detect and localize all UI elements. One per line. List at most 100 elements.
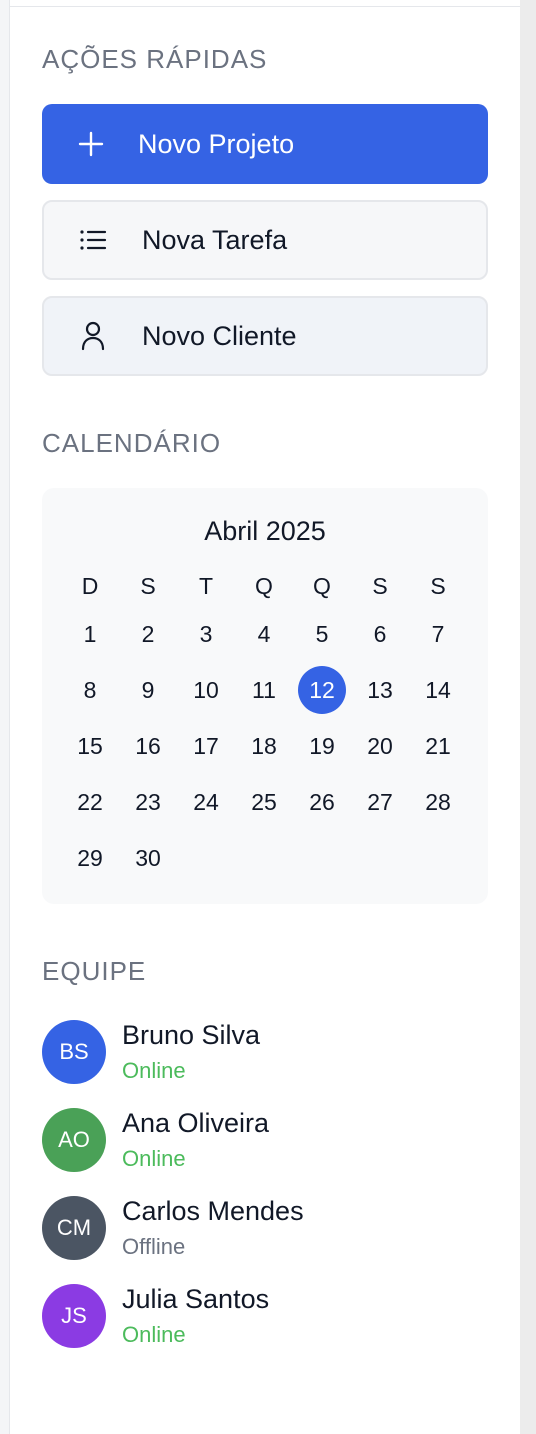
calendar-day-number: 20: [367, 732, 393, 759]
calendar-grid: D S T Q Q S S 1 2 3 4 5 6 7 8 9 10 11 12 13 14 15 16 17 18 19 20 21…: [61, 566, 467, 886]
avatar: CM: [42, 1196, 106, 1260]
new-project-button[interactable]: Novo Projeto: [42, 104, 488, 184]
calendar-day-number: 13: [367, 676, 393, 703]
calendar-day[interactable]: 8: [61, 662, 119, 718]
scrollbar-track[interactable]: [520, 0, 536, 1434]
new-project-label: Novo Projeto: [138, 128, 295, 159]
team-title: EQUIPE: [42, 956, 147, 986]
calendar-day-number: 27: [367, 788, 393, 815]
new-client-button[interactable]: Novo Cliente: [42, 296, 488, 376]
calendar-month-label: Abril 2025: [204, 516, 326, 546]
calendar-day[interactable]: 15: [61, 718, 119, 774]
calendar-day[interactable]: 25: [235, 774, 293, 830]
calendar-day[interactable]: 13: [351, 662, 409, 718]
calendar-day-number: 19: [309, 732, 335, 759]
member-name: Ana Oliveira: [122, 1108, 270, 1138]
calendar-day[interactable]: 7: [409, 606, 467, 662]
calendar-day[interactable]: 21: [409, 718, 467, 774]
team-member[interactable]: BS Bruno Silva Online: [42, 1020, 488, 1090]
calendar-day[interactable]: 23: [119, 774, 177, 830]
calendar-day[interactable]: 11: [235, 662, 293, 718]
calendar-day[interactable]: 2: [119, 606, 177, 662]
calendar-day[interactable]: 6: [351, 606, 409, 662]
avatar: BS: [42, 1020, 106, 1084]
calendar-day[interactable]: 20: [351, 718, 409, 774]
user-icon: [78, 321, 108, 351]
weekday-header: S: [372, 572, 388, 599]
calendar-day[interactable]: 1: [61, 606, 119, 662]
calendar-day[interactable]: 22: [61, 774, 119, 830]
calendar-day[interactable]: 17: [177, 718, 235, 774]
weekday-header: S: [430, 572, 446, 599]
calendar-day[interactable]: 19: [293, 718, 351, 774]
weekday-header: D: [81, 572, 99, 599]
calendar-day-number: 12: [298, 666, 346, 714]
calendar-day-number: 29: [77, 844, 103, 871]
member-name: Julia Santos: [122, 1284, 270, 1314]
calendar-day-number: 2: [141, 620, 155, 647]
calendar-day[interactable]: 14: [409, 662, 467, 718]
avatar: AO: [42, 1108, 106, 1172]
calendar-day-number: 16: [135, 732, 161, 759]
calendar-day-number: 3: [199, 620, 213, 647]
calendar-day-number: 6: [373, 620, 387, 647]
calendar-day-number: 22: [77, 788, 103, 815]
calendar-day[interactable]: 16: [119, 718, 177, 774]
left-rail: [0, 0, 10, 1434]
calendar-title: CALENDÁRIO: [42, 428, 222, 458]
calendar-day-number: 18: [251, 732, 277, 759]
team-member[interactable]: JS Julia Santos Online: [42, 1284, 488, 1354]
calendar-widget: Abril 2025 D S T Q Q S S 1 2 3 4 5 6 7 8 9 10 11 12 13 14 15 1…: [42, 488, 488, 904]
calendar-day-number: 7: [431, 620, 445, 647]
calendar-day-number: 25: [251, 788, 277, 815]
calendar-day[interactable]: 4: [235, 606, 293, 662]
calendar-day[interactable]: 18: [235, 718, 293, 774]
team-member[interactable]: AO Ana Oliveira Online: [42, 1108, 488, 1178]
calendar-day-number: 1: [83, 620, 97, 647]
calendar-day[interactable]: 27: [351, 774, 409, 830]
new-task-label: Nova Tarefa: [142, 224, 288, 255]
new-client-label: Novo Cliente: [142, 320, 297, 351]
avatar: JS: [42, 1284, 106, 1348]
calendar-day[interactable]: 5: [293, 606, 351, 662]
calendar-day-number: 14: [425, 676, 451, 703]
list-icon: [78, 225, 108, 255]
calendar-day[interactable]: 3: [177, 606, 235, 662]
member-status: Online: [122, 1058, 186, 1083]
calendar-day-number: 5: [315, 620, 329, 647]
weekday-header: T: [198, 572, 214, 599]
member-status: Online: [122, 1322, 186, 1347]
quick-actions-title: AÇÕES RÁPIDAS: [42, 44, 268, 74]
calendar-day-number: 15: [77, 732, 103, 759]
member-status: Offline: [122, 1234, 186, 1259]
calendar-day-number: 24: [193, 788, 219, 815]
calendar-day-number: 21: [425, 732, 451, 759]
calendar-day[interactable]: 24: [177, 774, 235, 830]
calendar-day-number: 10: [193, 676, 219, 703]
calendar-day-number: 4: [257, 620, 271, 647]
member-name: Bruno Silva: [122, 1020, 261, 1050]
calendar-day-number: 11: [252, 676, 276, 703]
weekday-header: S: [140, 572, 156, 599]
calendar-day-number: 8: [83, 676, 97, 703]
plus-icon: [76, 129, 106, 159]
calendar-day[interactable]: 28: [409, 774, 467, 830]
calendar-day[interactable]: 9: [119, 662, 177, 718]
calendar-day[interactable]: 30: [119, 830, 177, 886]
calendar-day-selected[interactable]: 12: [293, 662, 351, 718]
calendar-day[interactable]: 26: [293, 774, 351, 830]
calendar-day-number: 30: [135, 844, 161, 871]
calendar-day-number: 9: [141, 676, 155, 703]
calendar-day-number: 23: [135, 788, 161, 815]
calendar-day[interactable]: 29: [61, 830, 119, 886]
new-task-button[interactable]: Nova Tarefa: [42, 200, 488, 280]
weekday-header: Q: [313, 572, 331, 599]
calendar-day-number: 28: [425, 788, 451, 815]
member-status: Online: [122, 1146, 186, 1171]
calendar-day-number: 26: [309, 788, 335, 815]
member-name: Carlos Mendes: [122, 1196, 304, 1226]
top-divider: [10, 6, 520, 7]
calendar-day-number: 17: [193, 732, 219, 759]
team-member[interactable]: CM Carlos Mendes Offline: [42, 1196, 488, 1266]
calendar-day[interactable]: 10: [177, 662, 235, 718]
